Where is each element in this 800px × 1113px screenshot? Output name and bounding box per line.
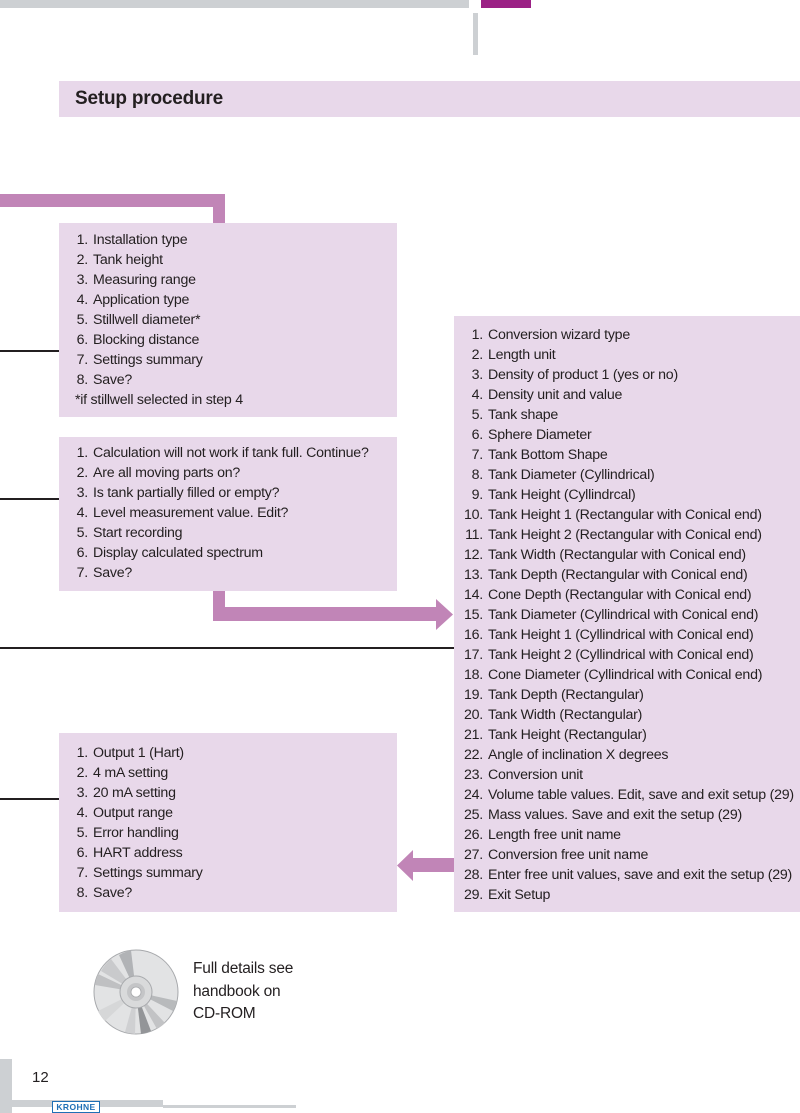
tree-line-conversion bbox=[0, 647, 454, 649]
list-item: 2. Tank height bbox=[76, 252, 163, 268]
footer-bar-thin bbox=[163, 1105, 296, 1108]
installation-steps-list: 1. Installation type 2. Tank height 3. Meas… bbox=[75, 230, 203, 390]
list-item: 18. Cone Diameter (Cyllindrical with Coni… bbox=[464, 667, 763, 683]
list-item: 10. Tank Height 1 (Rectangular with Conic… bbox=[464, 507, 762, 523]
list-item: 29. Exit Setup bbox=[464, 887, 551, 903]
cd-note-line: Full details see bbox=[193, 960, 294, 977]
installation-footnote: *if stillwell selected in step 4 bbox=[75, 392, 243, 408]
outputs-steps-box: 1. Output 1 (Hart) 2. 4 mA setting 3. 20 mA… bbox=[59, 733, 397, 912]
list-item: 28. Enter free unit values, save and exit… bbox=[464, 867, 793, 883]
tree-line-empty-spectrum bbox=[0, 498, 59, 500]
empty-spectrum-steps-box: 1. Calculation will not work if tank full… bbox=[59, 437, 397, 591]
list-item: 6. Display calculated spectrum bbox=[76, 545, 263, 561]
tree-line-outputs bbox=[0, 798, 59, 800]
list-item: 15. Tank Diameter (Cyllindrical with Coni… bbox=[464, 607, 759, 623]
list-item: 6. Sphere Diameter bbox=[471, 427, 592, 443]
connector-mid-horizontal bbox=[213, 607, 439, 621]
arrow-right-icon bbox=[436, 599, 453, 630]
list-item: 26. Length free unit name bbox=[464, 827, 621, 843]
list-item: 6. HART address bbox=[76, 845, 183, 861]
list-item: 1. Output 1 (Hart) bbox=[76, 745, 184, 761]
list-item: 11. Tank Height 2 (Rectangular with Conic… bbox=[465, 527, 762, 543]
list-item: 2. 4 mA setting bbox=[76, 765, 169, 781]
list-item: 8. Save? bbox=[76, 885, 133, 901]
list-item: 5. Stillwell diameter* bbox=[76, 312, 201, 328]
list-item: 3. Is tank partially filled or empty? bbox=[76, 485, 280, 501]
list-item: 21. Tank Height (Rectangular) bbox=[464, 727, 647, 743]
page-number: 12 bbox=[32, 1069, 49, 1086]
conversion-steps-list: 1. Conversion wizard type 2. Length unit 3. D… bbox=[457, 325, 794, 905]
list-item: 4. Density unit and value bbox=[471, 387, 623, 403]
section-title: Setup procedure bbox=[75, 88, 223, 109]
list-item: 7. Settings summary bbox=[76, 865, 203, 881]
list-item: 7. Tank Bottom Shape bbox=[471, 447, 608, 463]
list-item: 3. 20 mA setting bbox=[76, 785, 176, 801]
cd-rom-note: Full details see handbook on CD-ROM bbox=[193, 958, 293, 1026]
list-item: 5. Error handling bbox=[76, 825, 179, 841]
list-item: 7. Save? bbox=[76, 565, 133, 581]
list-item: 3. Density of product 1 (yes or no) bbox=[471, 367, 679, 383]
connector-top-vertical bbox=[213, 194, 225, 224]
cd-note-line: handbook on bbox=[193, 982, 281, 1000]
list-item: 4. Application type bbox=[76, 292, 190, 308]
list-item: 5. Start recording bbox=[76, 525, 183, 541]
cd-rom-icon bbox=[93, 949, 179, 1035]
connector-bottom-horizontal bbox=[412, 858, 454, 872]
conversion-steps-box: 1. Conversion wizard type 2. Length unit 3. D… bbox=[454, 316, 800, 912]
list-item: 12. Tank Width (Rectangular with Conical … bbox=[464, 547, 746, 563]
list-item: 1. Conversion wizard type bbox=[471, 327, 631, 343]
header-bar-grey bbox=[0, 0, 469, 8]
list-item: 9. Tank Height (Cyllindrcal) bbox=[471, 487, 636, 503]
list-item: 8. Tank Diameter (Cyllindrical) bbox=[471, 467, 655, 483]
list-item: 6. Blocking distance bbox=[76, 332, 200, 348]
list-item: 20. Tank Width (Rectangular) bbox=[464, 707, 643, 723]
empty-spectrum-steps-list: 1. Calculation will not work if tank full… bbox=[75, 443, 369, 583]
list-item: 19. Tank Depth (Rectangular) bbox=[464, 687, 644, 703]
list-item: 27. Conversion free unit name bbox=[464, 847, 649, 863]
list-item: 22. Angle of inclination X degrees bbox=[464, 747, 669, 763]
list-item: 8. Save? bbox=[76, 372, 133, 388]
list-item: 7. Settings summary bbox=[76, 352, 203, 368]
list-item: 4. Output range bbox=[76, 805, 173, 821]
section-header: Setup procedure bbox=[59, 81, 800, 117]
list-item: 25. Mass values. Save and exit the setup … bbox=[464, 807, 742, 823]
list-item: 17. Tank Height 2 (Cyllindrical with Coni… bbox=[464, 647, 754, 663]
connector-top-horizontal bbox=[0, 194, 225, 207]
cd-note-line: CD-ROM bbox=[193, 1005, 256, 1022]
outputs-steps-list: 1. Output 1 (Hart) 2. 4 mA setting 3. 20 mA… bbox=[75, 743, 203, 903]
list-item: 3. Measuring range bbox=[76, 272, 196, 288]
tree-line-installation bbox=[0, 350, 59, 352]
brand-logo: KROHNE bbox=[52, 1101, 100, 1113]
header-bar-accent bbox=[481, 0, 531, 8]
list-item: 2. Are all moving parts on? bbox=[76, 465, 241, 481]
list-item: 23. Conversion unit bbox=[464, 767, 583, 783]
arrow-left-icon bbox=[397, 850, 413, 881]
list-item: 2. Length unit bbox=[471, 347, 556, 363]
list-item: 14. Cone Depth (Rectangular with Conical … bbox=[464, 587, 752, 603]
list-item: 1. Installation type bbox=[76, 232, 188, 248]
footer-side-bar bbox=[0, 1059, 12, 1113]
list-item: 24. Volume table values. Edit, save and e… bbox=[464, 787, 794, 803]
list-item: 4. Level measurement value. Edit? bbox=[76, 505, 289, 521]
installation-steps-box: 1. Installation type 2. Tank height 3. Meas… bbox=[59, 223, 397, 417]
list-item: 16. Tank Height 1 (Cyllindrical with Coni… bbox=[464, 627, 754, 643]
list-item: 1. Calculation will not work if tank full… bbox=[76, 445, 369, 461]
list-item: 5. Tank shape bbox=[471, 407, 559, 423]
list-item: 13. Tank Depth (Rectangular with Conical … bbox=[464, 567, 748, 583]
header-divider bbox=[473, 13, 478, 55]
